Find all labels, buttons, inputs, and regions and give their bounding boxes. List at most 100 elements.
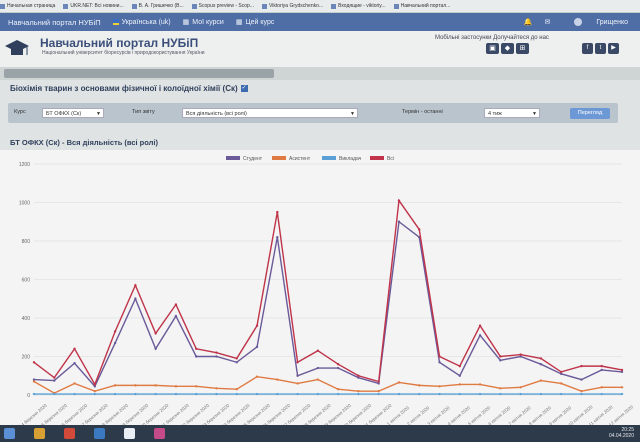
start-icon[interactable] xyxy=(4,428,15,439)
site-title[interactable]: Навчальний портал НУБіП xyxy=(40,36,198,50)
app-icon[interactable] xyxy=(154,428,165,439)
data-point xyxy=(255,345,259,349)
breadcrumb-bar[interactable] xyxy=(4,69,274,78)
data-point xyxy=(195,355,198,358)
data-point xyxy=(397,199,401,202)
bookmark-item[interactable]: Viktoriya Grydschenko... xyxy=(261,3,323,9)
bookmark-item[interactable]: Scopus preview - Scop... xyxy=(191,3,254,9)
this-course-menu[interactable]: ▦ Цей курс xyxy=(235,18,275,27)
bookmark-item[interactable]: Навчальний портал... xyxy=(393,3,450,9)
data-point xyxy=(458,383,461,386)
period-select[interactable]: 4 тиж ▼ xyxy=(484,108,540,118)
chevron-down-icon: ▼ xyxy=(96,111,101,117)
report-type-label: Тип звіту xyxy=(132,109,155,115)
bookmark-label: В. А. Гришечко (В... xyxy=(138,3,184,9)
data-point xyxy=(458,374,461,377)
grid-icon: ▦ xyxy=(235,19,243,26)
data-point xyxy=(438,355,441,358)
data-point xyxy=(580,378,583,381)
data-point xyxy=(397,392,401,396)
report-type-select[interactable]: Вся діяльність (всі ролі) ▼ xyxy=(182,108,358,118)
data-point xyxy=(215,392,218,396)
data-point xyxy=(539,392,543,396)
data-point xyxy=(357,389,360,393)
bookmark-item[interactable]: Входящие - viktoriy... xyxy=(331,3,386,9)
facebook-icon[interactable]: f xyxy=(582,43,593,54)
period-select-value: 4 тиж xyxy=(488,111,502,117)
language-menu[interactable]: Українська (uk) xyxy=(112,19,171,26)
chart-title-text: БТ ОФКХ (Ск) - Вся діяльність (всі ролі) xyxy=(10,138,158,147)
word-icon[interactable] xyxy=(94,428,105,439)
data-point xyxy=(539,363,543,366)
data-point xyxy=(478,383,482,386)
data-point xyxy=(418,384,421,387)
bell-icon[interactable]: 🔔 xyxy=(524,18,533,26)
top-navbar: Навчальний портал НУБіП Українська (uk) … xyxy=(0,13,640,31)
legend-label: Асистент xyxy=(289,156,311,162)
graduation-cap-icon[interactable] xyxy=(4,37,30,59)
bookmark-icon xyxy=(0,3,5,9)
data-point xyxy=(93,389,97,393)
data-point xyxy=(296,361,299,364)
data-point xyxy=(174,314,178,318)
site-header: Навчальний портал НУБіП Національний уні… xyxy=(0,31,640,67)
data-point xyxy=(499,392,502,396)
apple-icon[interactable]: ◆ xyxy=(501,43,514,54)
bookmark-item[interactable]: Начальная страница xyxy=(0,3,55,9)
data-point xyxy=(32,380,36,383)
activity-chart: 0 200 400 600 800 1000 1200 14 березня 2020 15 б… xyxy=(0,150,640,425)
data-point xyxy=(377,380,380,383)
bookmark-label: UKR.NET: Всі новини... xyxy=(70,3,124,9)
windows-icon[interactable]: ⊞ xyxy=(516,43,529,54)
chart-svg: 02004006008001000120014 березня 202015 б… xyxy=(18,156,634,425)
data-point xyxy=(32,392,36,396)
data-point xyxy=(336,388,340,391)
data-point xyxy=(296,382,299,385)
y-tick-label: 1200 xyxy=(19,162,30,168)
report-type-value: Вся діяльність (всі ролі) xyxy=(186,111,247,117)
data-point xyxy=(154,332,157,335)
course-select-value: БТ ОФКХ (Ск) xyxy=(46,111,82,117)
series-line xyxy=(33,198,623,387)
data-point xyxy=(276,210,279,214)
data-point xyxy=(134,392,137,396)
data-point xyxy=(357,392,360,396)
my-courses-menu[interactable]: ▦ Мої курси xyxy=(183,18,224,27)
android-icon[interactable]: ▣ xyxy=(486,43,499,54)
data-point xyxy=(154,384,157,387)
period-label: Термін - останні xyxy=(402,109,443,115)
view-button[interactable]: Перегляд xyxy=(570,108,610,119)
twitter-icon[interactable]: t xyxy=(595,43,606,54)
data-point xyxy=(154,392,157,396)
chevron-down-icon: ▼ xyxy=(350,111,355,117)
data-point xyxy=(600,392,603,396)
app-icon[interactable] xyxy=(124,428,135,439)
data-point xyxy=(336,363,340,366)
browser-icon[interactable] xyxy=(64,428,75,439)
y-tick-label: 1000 xyxy=(19,201,30,207)
data-point xyxy=(620,386,624,389)
brand-link[interactable]: Навчальний портал НУБіП xyxy=(8,18,101,27)
explorer-icon[interactable] xyxy=(34,428,45,439)
data-point xyxy=(478,324,482,327)
bookmark-item[interactable]: UKR.NET: Всі новини... xyxy=(63,3,124,9)
system-clock[interactable]: 20:25 04.04.2020 xyxy=(609,427,634,439)
data-point xyxy=(519,386,522,389)
data-point xyxy=(73,362,76,365)
legend-label: Студент xyxy=(243,156,263,162)
data-point xyxy=(255,392,259,396)
data-point xyxy=(53,379,56,382)
breadcrumb xyxy=(0,67,640,80)
bookmark-item[interactable]: В. А. Гришечко (В... xyxy=(131,3,184,9)
data-point xyxy=(418,228,421,231)
user-menu[interactable]: Грищенко xyxy=(562,18,628,26)
data-point xyxy=(276,392,279,396)
y-tick-label: 0 xyxy=(27,393,30,399)
data-point xyxy=(458,364,461,368)
data-point xyxy=(154,347,157,350)
data-point xyxy=(620,368,624,372)
youtube-icon[interactable]: ▶ xyxy=(608,43,619,54)
course-select[interactable]: БТ ОФКХ (Ск) ▼ xyxy=(42,108,104,118)
chat-icon[interactable]: ✉ xyxy=(544,18,550,26)
data-point xyxy=(580,389,583,393)
